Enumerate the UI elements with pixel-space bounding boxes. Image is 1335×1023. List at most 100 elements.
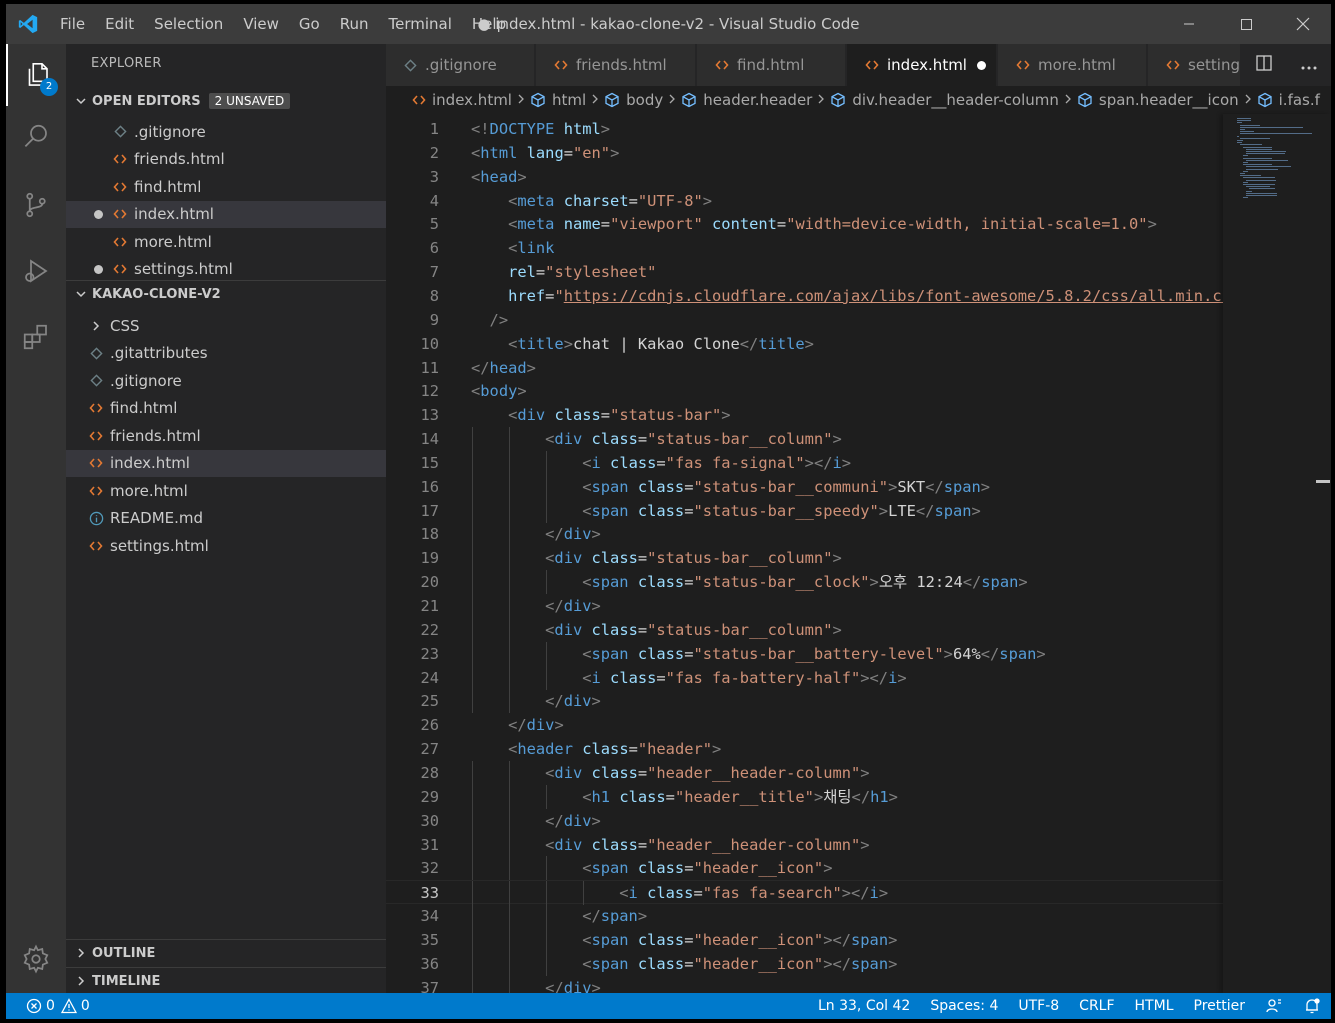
unsaved-dot-icon[interactable] — [94, 264, 103, 274]
code-line[interactable]: 6 <link — [386, 236, 1223, 260]
run-debug-activity[interactable] — [6, 240, 66, 302]
file-item[interactable]: settings.html — [66, 532, 386, 559]
menu-view[interactable]: View — [233, 4, 289, 44]
code-editor[interactable]: 1 <!DOCTYPE html> 2 <html lang="en"> 3 <head>… — [386, 114, 1223, 993]
more-actions-icon[interactable] — [1300, 56, 1318, 75]
outline-header[interactable]: OUTLINE — [66, 940, 386, 966]
code-line[interactable]: 14 <div class="status-bar__column"> — [386, 427, 1223, 452]
language-mode[interactable]: HTML — [1125, 993, 1184, 1019]
code-line[interactable]: 30 </div> — [386, 808, 1223, 833]
open-editor-item[interactable]: find.html — [66, 173, 386, 200]
open-editor-item[interactable]: friends.html — [66, 146, 386, 173]
code-line[interactable]: 4 <meta charset="UTF-8"> — [386, 189, 1223, 213]
code-line[interactable]: 27 <header class="header"> — [386, 737, 1223, 761]
code-line[interactable]: 35 <span class="header__icon"></span> — [386, 927, 1223, 952]
code-line[interactable]: 11 </head> — [386, 356, 1223, 380]
code-line[interactable]: 36 <span class="header__icon"></span> — [386, 951, 1223, 976]
vscode-logo-icon[interactable] — [6, 4, 50, 44]
code-line[interactable]: 26 </div> — [386, 713, 1223, 737]
code-line[interactable]: 22 <div class="status-bar__column"> — [386, 617, 1223, 642]
file-item[interactable]: .gitattributes — [66, 340, 386, 367]
notifications-bell-icon[interactable] — [1293, 997, 1331, 1015]
close-window-button[interactable] — [1274, 4, 1331, 44]
menu-file[interactable]: File — [50, 4, 95, 44]
open-editor-item[interactable]: index.html — [66, 200, 386, 228]
explorer-activity[interactable]: 2 — [6, 44, 66, 106]
code-line[interactable]: 7 rel="stylesheet" — [386, 260, 1223, 284]
breadcrumb-item[interactable]: index.html — [412, 91, 512, 109]
file-item[interactable]: .gitignore — [66, 367, 386, 394]
code-line[interactable]: 25 </div> — [386, 689, 1223, 714]
open-editor-item[interactable]: more.html — [66, 228, 386, 255]
unsaved-dot-icon[interactable] — [94, 209, 103, 219]
breadcrumb-item[interactable]: i.fas.f — [1257, 91, 1320, 109]
code-line[interactable]: 13 <div class="status-bar"> — [386, 403, 1223, 427]
code-line[interactable]: 17 <span class="status-bar__speedy">LTE<… — [386, 498, 1223, 523]
code-line[interactable]: 8 href="https://cdnjs.cloudflare.com/aja… — [386, 284, 1223, 308]
open-editor-item[interactable]: settings.html — [66, 256, 386, 283]
tab--gitignore[interactable]: .gitignore — [386, 44, 535, 86]
timeline-header[interactable]: TIMELINE — [66, 968, 386, 994]
code-line[interactable]: 15 <i class="fas fa-signal"></i> — [386, 450, 1223, 475]
code-line[interactable]: 32 <span class="header__icon"> — [386, 856, 1223, 881]
source-control-activity[interactable] — [6, 174, 66, 236]
project-header[interactable]: KAKAO-CLONE-V2 — [66, 281, 386, 307]
code-line[interactable]: 9 /> — [386, 308, 1223, 332]
code-line[interactable]: 2 <html lang="en"> — [386, 141, 1223, 165]
open-editor-item[interactable]: .gitignore — [66, 118, 386, 145]
code-line[interactable]: 24 <i class="fas fa-battery-half"></i> — [386, 665, 1223, 690]
breadcrumb-item[interactable]: span.header__icon — [1077, 91, 1239, 109]
code-line[interactable]: 23 <span class="status-bar__battery-leve… — [386, 641, 1223, 666]
code-line[interactable]: 18 </div> — [386, 522, 1223, 547]
open-editors-header[interactable]: OPEN EDITORS 2 UNSAVED — [66, 88, 386, 114]
code-line[interactable]: 29 <h1 class="header__title">채팅</h1> — [386, 784, 1223, 809]
menu-terminal[interactable]: Terminal — [379, 4, 462, 44]
breadcrumb-item[interactable]: div.header__header-column — [830, 91, 1059, 109]
code-line[interactable]: 28 <div class="header__header-column"> — [386, 760, 1223, 785]
encoding[interactable]: UTF-8 — [1008, 993, 1069, 1019]
code-line[interactable]: 16 <span class="status-bar__communi">SKT… — [386, 474, 1223, 499]
code-line[interactable]: 3 <head> — [386, 165, 1223, 189]
indentation[interactable]: Spaces: 4 — [920, 993, 1008, 1019]
prettier-status[interactable]: Prettier — [1184, 993, 1256, 1019]
code-line[interactable]: 20 <span class="status-bar__clock">오후 12… — [386, 570, 1223, 595]
breadcrumb-item[interactable]: html — [530, 91, 586, 109]
cursor-position[interactable]: Ln 33, Col 42 — [808, 993, 920, 1019]
file-item[interactable]: more.html — [66, 477, 386, 504]
code-line[interactable]: 33 <i class="fas fa-search"></i> — [386, 880, 1223, 906]
code-line[interactable]: 19 <div class="status-bar__column"> — [386, 546, 1223, 571]
minimap[interactable] — [1223, 114, 1331, 993]
file-item[interactable]: README.md — [66, 505, 386, 532]
menu-run[interactable]: Run — [330, 4, 379, 44]
code-line[interactable]: 12 <body> — [386, 379, 1223, 403]
code-line[interactable]: 34 </span> — [386, 904, 1223, 929]
tab-index-html[interactable]: index.html — [847, 44, 997, 86]
file-item[interactable]: index.html — [66, 449, 386, 477]
tab-setting[interactable]: setting — [1148, 44, 1241, 86]
menu-selection[interactable]: Selection — [144, 4, 233, 44]
file-item[interactable]: friends.html — [66, 422, 386, 449]
unsaved-dot-icon[interactable] — [976, 60, 986, 70]
tab-more-html[interactable]: more.html — [998, 44, 1147, 86]
extensions-activity[interactable] — [6, 306, 66, 368]
code-line[interactable]: 21 </div> — [386, 594, 1223, 618]
manage-activity[interactable] — [6, 928, 66, 990]
folder-item[interactable]: CSS — [66, 312, 386, 339]
split-editor-icon[interactable] — [1255, 54, 1273, 76]
menu-go[interactable]: Go — [289, 4, 330, 44]
code-line[interactable]: 1 <!DOCTYPE html> — [386, 117, 1223, 141]
menu-help[interactable]: Help — [462, 4, 516, 44]
maximize-button[interactable] — [1217, 4, 1274, 44]
code-line[interactable]: 37 </div> — [386, 975, 1223, 993]
line-ending[interactable]: CRLF — [1069, 993, 1124, 1019]
problems-indicator[interactable]: 0 0 — [26, 998, 90, 1014]
code-line[interactable]: 5 <meta name="viewport" content="width=d… — [386, 212, 1223, 236]
file-item[interactable]: find.html — [66, 395, 386, 422]
tab-friends-html[interactable]: friends.html — [536, 44, 696, 86]
breadcrumb-item[interactable]: header.header — [681, 91, 812, 109]
menu-edit[interactable]: Edit — [95, 4, 144, 44]
feedback-icon[interactable] — [1255, 997, 1293, 1015]
minimize-button[interactable] — [1160, 4, 1217, 44]
code-line[interactable]: 31 <div class="header__header-column"> — [386, 832, 1223, 857]
search-activity[interactable] — [6, 106, 66, 168]
